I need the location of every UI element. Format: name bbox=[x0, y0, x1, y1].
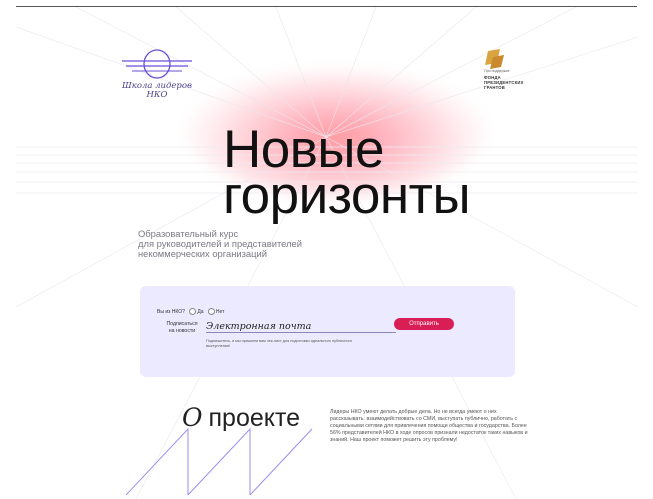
submit-button[interactable]: Отправить bbox=[394, 318, 454, 330]
page-title: Новые горизонты bbox=[223, 123, 471, 225]
zigzag-decoration bbox=[126, 427, 313, 495]
page-subtitle: Образовательный курс для руководителей и… bbox=[138, 229, 302, 259]
radio-yes[interactable] bbox=[189, 308, 197, 315]
email-field[interactable] bbox=[206, 320, 396, 333]
form-note: Подпишитесь, и мы пришлем вам чек-лист д… bbox=[206, 339, 353, 348]
logo-line-2: НКО bbox=[146, 90, 168, 100]
partner-name-line-3: ГРАНТОВ bbox=[484, 85, 505, 90]
title-line-2: горизонты bbox=[223, 166, 471, 225]
subscribe-form: Вы из НКО? Да Нет Подписаться на новости… bbox=[140, 286, 515, 377]
subscribe-label-line-2: на новости bbox=[168, 328, 196, 334]
radio-no-label[interactable]: Нет bbox=[216, 309, 225, 315]
partner-caption: При поддержке bbox=[484, 69, 510, 73]
ngo-question: Вы из НКО? Да Нет bbox=[157, 308, 224, 315]
subscribe-label-line-1: Подписаться bbox=[166, 321, 198, 327]
subscribe-label: Подписаться на новости bbox=[158, 321, 206, 335]
logo-text: Школа лидеров НКО bbox=[111, 82, 203, 100]
subtitle-line-3: некоммерческих организаций bbox=[138, 248, 267, 259]
partner-name: ФОНДА ПРЕЗИДЕНТСКИХ ГРАНТОВ bbox=[484, 75, 524, 90]
radio-no[interactable] bbox=[207, 308, 215, 315]
about-text: Лидеры НКО умеют делать добрые дела. Но … bbox=[330, 409, 528, 443]
ngo-question-label: Вы из НКО? bbox=[157, 308, 185, 315]
landing-page: Школа лидеров НКО При поддержке ФОНДА ПР… bbox=[16, 7, 638, 499]
radio-yes-label[interactable]: Да bbox=[197, 309, 203, 315]
